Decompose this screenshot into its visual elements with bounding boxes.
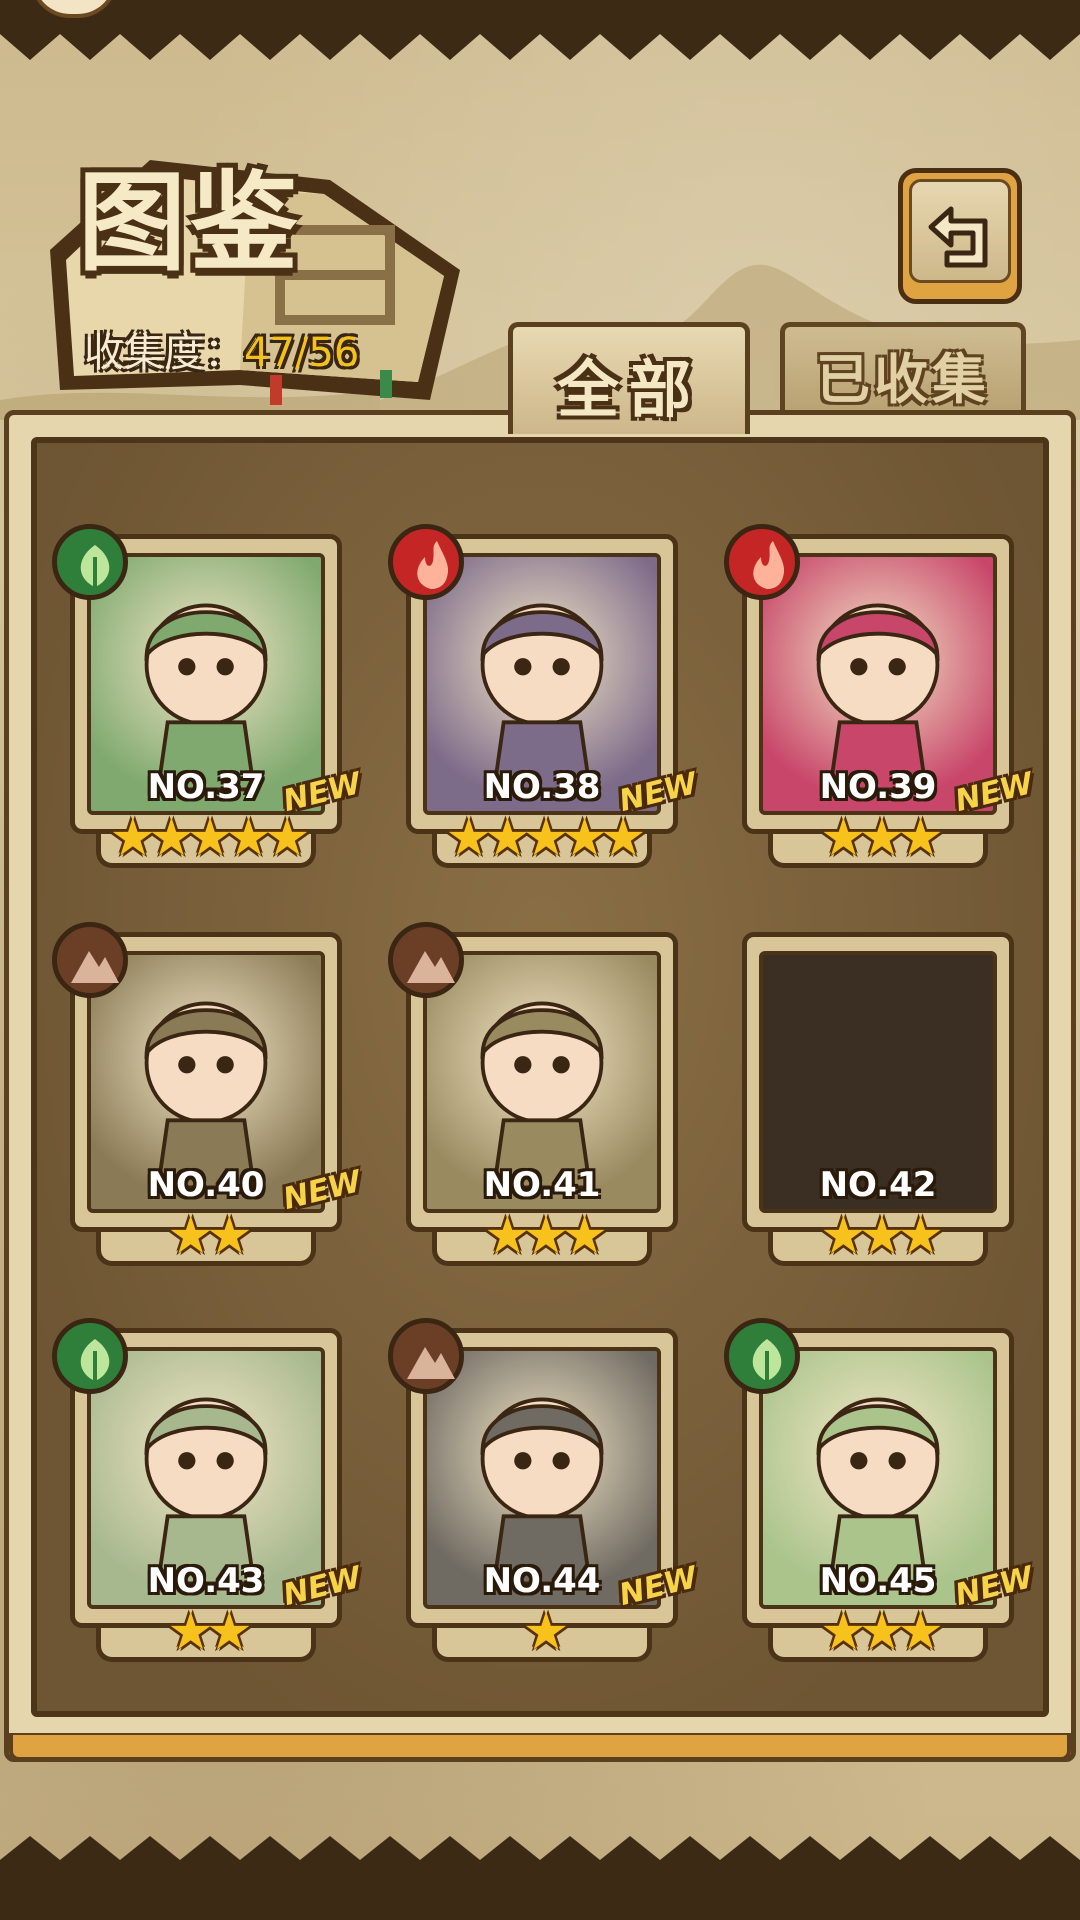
fire-icon — [388, 524, 464, 600]
back-button[interactable] — [898, 168, 1022, 304]
earth-icon — [388, 922, 464, 998]
monster-card[interactable]: NO.38 NEW ★★★★★ — [388, 524, 701, 878]
return-arrow-icon — [928, 206, 988, 268]
star-rating: ★★★ — [820, 808, 944, 868]
page-title: 图鉴 — [78, 161, 303, 286]
monster-card[interactable]: NO.43 NEW ★★ — [52, 1318, 365, 1672]
card-number: NO.42 — [819, 1165, 937, 1205]
top-zigzag-border — [0, 0, 1080, 60]
star-rating: ★★★ — [820, 1602, 944, 1662]
leaf-icon — [724, 1318, 800, 1394]
collection-progress: 收集度：47/56 — [84, 333, 359, 373]
monster-card[interactable]: NO.40 NEW ★★ — [52, 922, 365, 1276]
earth-icon — [388, 1318, 464, 1394]
monster-card[interactable]: NO.37 NEW ★★★★★ — [52, 524, 365, 878]
tab-all-label: 全部 — [556, 353, 701, 426]
tab-collected-label: 已收集 — [816, 348, 990, 411]
star-rating: ★★ — [167, 1602, 252, 1662]
monster-card[interactable]: NO.39 NEW ★★★ — [724, 524, 1037, 878]
collection-value: 47/56 — [244, 330, 360, 376]
card-number: NO.41 — [483, 1165, 601, 1205]
bottom-zigzag-border — [0, 1836, 1080, 1920]
star-rating: ★★★★★ — [109, 808, 310, 868]
monster-card[interactable]: NO.45 NEW ★★★ — [724, 1318, 1037, 1672]
fire-icon — [724, 524, 800, 600]
star-rating: ★ — [522, 1602, 570, 1662]
earth-icon — [52, 922, 128, 998]
monster-card[interactable]: NO.44 NEW ★ — [388, 1318, 701, 1672]
leaf-icon — [52, 524, 128, 600]
star-rating: ★★ — [167, 1206, 252, 1266]
star-rating: ★★★ — [820, 1206, 944, 1266]
tab-collected[interactable]: 已收集 — [780, 322, 1026, 412]
panel-bottom-trim — [9, 1733, 1071, 1761]
leaf-icon — [52, 1318, 128, 1394]
tab-all[interactable]: 全部 — [508, 322, 750, 434]
monster-card[interactable]: NO.42 ★★★ — [728, 926, 1028, 1276]
monster-card[interactable]: NO.41 ★★★ — [388, 922, 692, 1276]
star-rating: ★★★★★ — [445, 808, 646, 868]
collection-label: 收集度： — [84, 330, 244, 376]
star-rating: ★★★ — [484, 1206, 608, 1266]
